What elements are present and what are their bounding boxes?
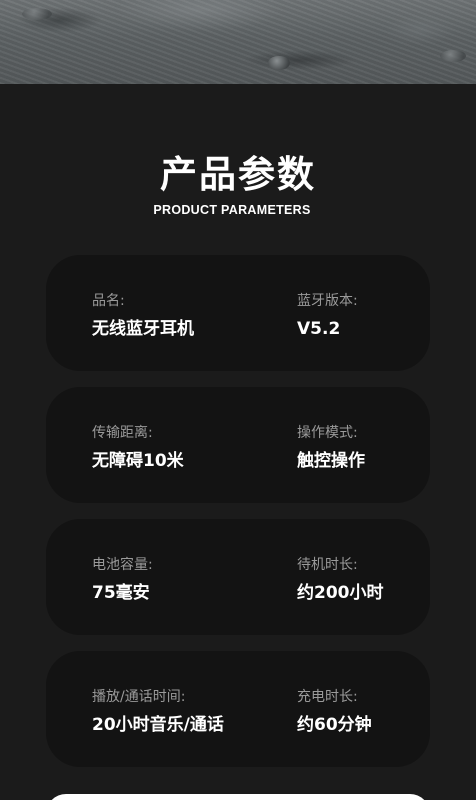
param-operation-mode: 操作模式: 触控操作 (297, 424, 365, 472)
param-value: 无线蓝牙耳机 (92, 319, 194, 339)
param-label: 品名: (92, 293, 125, 309)
param-value: 无障碍10米 (92, 451, 184, 471)
param-value: 20小时音乐/通话 (92, 715, 224, 735)
param-card-1: 品名: 无线蓝牙耳机 蓝牙版本: V5.2 (46, 255, 430, 371)
param-label: 电池容量: (92, 557, 153, 573)
page-subtitle: PRODUCT PARAMETERS (153, 203, 311, 217)
param-value: 约60分钟 (297, 715, 372, 735)
next-section-panel (46, 794, 430, 800)
param-transmission-distance: 传输距离: 无障碍10米 (92, 424, 184, 472)
param-value: 75毫安 (92, 583, 150, 603)
product-parameters-page: 产品参数 PRODUCT PARAMETERS 品名: 无线蓝牙耳机 蓝牙版本:… (0, 0, 476, 800)
param-card-4: 播放/通话时间: 20小时音乐/通话 充电时长: 约60分钟 (46, 651, 430, 767)
param-value: 触控操作 (297, 451, 365, 471)
param-value: V5.2 (297, 319, 341, 339)
param-label: 蓝牙版本: (297, 293, 358, 309)
param-label: 充电时长: (297, 689, 358, 705)
pebble-graphic (268, 56, 290, 70)
param-card-3: 电池容量: 75毫安 待机时长: 约200小时 (46, 519, 430, 635)
param-bluetooth-version: 蓝牙版本: V5.2 (297, 292, 358, 340)
param-product-name: 品名: 无线蓝牙耳机 (92, 292, 194, 340)
param-value: 约200小时 (297, 583, 384, 603)
stone-texture-image (0, 0, 476, 84)
param-card-2: 传输距离: 无障碍10米 操作模式: 触控操作 (46, 387, 430, 503)
pebble-graphic (440, 50, 466, 62)
param-label: 操作模式: (297, 425, 358, 441)
pebble-graphic (22, 8, 52, 20)
param-charging-time: 充电时长: 约60分钟 (297, 688, 372, 736)
param-label: 传输距离: (92, 425, 153, 441)
param-play-call-time: 播放/通话时间: 20小时音乐/通话 (92, 688, 224, 736)
param-battery-capacity: 电池容量: 75毫安 (92, 556, 153, 604)
param-standby-time: 待机时长: 约200小时 (297, 556, 384, 604)
page-title: 产品参数 (160, 153, 316, 196)
param-label: 播放/通话时间: (92, 689, 186, 705)
param-label: 待机时长: (297, 557, 358, 573)
